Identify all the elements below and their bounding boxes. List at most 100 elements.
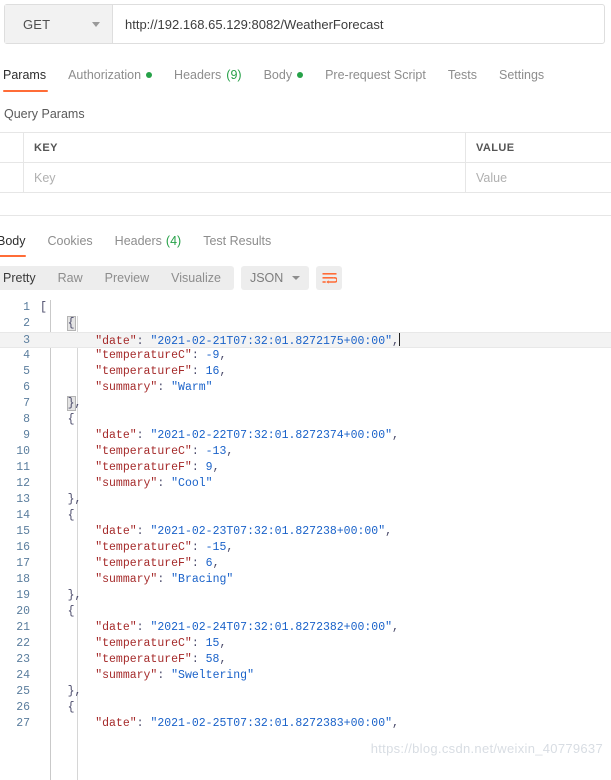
code-line-content: { xyxy=(66,316,76,331)
tab-label: Tests xyxy=(447,68,477,82)
status-dot-icon xyxy=(297,72,304,78)
code-line: 19 }, xyxy=(0,588,611,604)
line-number: 23 xyxy=(16,653,30,666)
response-format-dropdown[interactable]: JSON xyxy=(240,266,310,290)
request-url-bar: GET http://192.168.65.129:8082/WeatherFo… xyxy=(4,4,605,44)
code-line: 21 "date": "2021-02-24T07:32:01.8272382+… xyxy=(0,620,611,636)
response-body-code-viewer[interactable]: 1[2 {3 "date": "2021-02-21T07:32:01.8272… xyxy=(0,300,611,780)
request-tabs: Params Authorization Headers (9) Body Pre-req… xyxy=(0,59,611,92)
tab-count-badge: (4) xyxy=(165,234,182,248)
request-tab-settings[interactable]: Settings xyxy=(488,61,555,89)
tab-count-badge: (9) xyxy=(226,68,242,82)
tab-label: Settings xyxy=(499,68,545,82)
text-cursor xyxy=(398,333,400,346)
code-line: 16 "temperatureC": -15, xyxy=(0,540,611,556)
response-tab-headers[interactable]: Headers (4) xyxy=(104,228,193,254)
request-tab-authorization[interactable]: Authorization xyxy=(57,61,163,89)
line-number: 9 xyxy=(23,429,30,442)
code-line-content: "temperatureC": -15, xyxy=(95,541,234,554)
code-line-content: "temperatureF": 6, xyxy=(95,557,220,570)
request-tab-headers[interactable]: Headers (9) xyxy=(163,61,253,89)
line-number: 24 xyxy=(16,669,30,682)
view-mode-raw[interactable]: Raw xyxy=(47,267,94,289)
line-number: 2 xyxy=(23,317,30,330)
code-line: 22 "temperatureC": 15, xyxy=(0,636,611,652)
line-number: 22 xyxy=(16,637,30,650)
param-key-input[interactable]: Key xyxy=(24,163,466,192)
code-line: 11 "temperatureF": 9, xyxy=(0,460,611,476)
line-number: 7 xyxy=(23,397,30,410)
http-method-dropdown[interactable]: GET xyxy=(5,5,113,43)
code-line-content: }, xyxy=(67,493,82,506)
code-line: 4 "temperatureC": -9, xyxy=(0,348,611,364)
code-line: 5 "temperatureF": 16, xyxy=(0,364,611,380)
request-tab-pre-request-script[interactable]: Pre-request Script xyxy=(314,61,437,89)
request-tab-params[interactable]: Params xyxy=(1,61,57,92)
tab-label: Pre-request Script xyxy=(325,68,426,82)
code-line: 14 { xyxy=(0,508,611,524)
select-all-checkbox-cell[interactable] xyxy=(0,133,24,162)
view-mode-pretty[interactable]: Pretty xyxy=(0,267,47,289)
tab-label: Headers xyxy=(114,234,162,248)
code-line: 9 "date": "2021-02-22T07:32:01.8272374+0… xyxy=(0,428,611,444)
wrap-lines-icon xyxy=(322,272,337,284)
code-line: 17 "temperatureF": 6, xyxy=(0,556,611,572)
response-separator xyxy=(0,215,611,216)
line-number: 12 xyxy=(16,477,30,490)
param-value-placeholder: Value xyxy=(476,170,508,185)
tab-label: Body xyxy=(263,68,293,82)
status-dot-icon xyxy=(146,72,153,78)
response-tab-test-results[interactable]: Test Results xyxy=(192,228,282,254)
line-number: 6 xyxy=(23,381,30,394)
code-line-content: "temperatureF": 9, xyxy=(95,461,220,474)
code-line: 7 }, xyxy=(0,396,611,412)
line-number: 21 xyxy=(16,621,30,634)
code-line: 1[ xyxy=(0,300,611,316)
table-row: Key Value xyxy=(0,163,611,192)
request-tab-tests[interactable]: Tests xyxy=(437,61,488,89)
response-tab-cookies[interactable]: Cookies xyxy=(37,228,104,254)
code-line-content: { xyxy=(67,605,75,618)
code-line: 12 "summary": "Cool" xyxy=(0,476,611,492)
line-number: 8 xyxy=(23,413,30,426)
code-line-content: "temperatureC": -9, xyxy=(95,349,227,362)
query-params-title: Query Params xyxy=(4,107,85,121)
request-tab-body[interactable]: Body xyxy=(253,61,315,89)
response-tab-body[interactable]: Body xyxy=(0,228,37,257)
code-line: 6 "summary": "Warm" xyxy=(0,380,611,396)
code-line: 25 }, xyxy=(0,684,611,700)
url-input[interactable]: http://192.168.65.129:8082/WeatherForeca… xyxy=(113,5,604,43)
view-mode-visualize[interactable]: Visualize xyxy=(160,267,232,289)
code-line-content: "date": "2021-02-21T07:32:01.8272175+00:… xyxy=(95,333,400,348)
code-line-content: }, xyxy=(67,685,82,698)
code-line-content: "temperatureF": 58, xyxy=(95,653,227,666)
code-line-content: "summary": "Warm" xyxy=(95,381,213,394)
code-line-content: "summary": "Bracing" xyxy=(95,573,234,586)
line-number: 14 xyxy=(16,509,30,522)
code-line: 10 "temperatureC": -13, xyxy=(0,444,611,460)
line-number: 10 xyxy=(16,445,30,458)
line-number: 18 xyxy=(16,573,30,586)
code-line: 3 "date": "2021-02-21T07:32:01.8272175+0… xyxy=(0,332,611,348)
code-line-content: "date": "2021-02-24T07:32:01.8272382+00:… xyxy=(95,621,399,634)
code-line-content: { xyxy=(67,701,75,714)
response-format-label: JSON xyxy=(249,271,284,285)
http-method-label: GET xyxy=(23,16,51,32)
code-line-content: "date": "2021-02-25T07:32:01.8272383+00:… xyxy=(95,717,399,730)
line-number: 26 xyxy=(16,701,30,714)
line-number: 27 xyxy=(16,717,30,730)
code-line: 20 { xyxy=(0,604,611,620)
wrap-lines-button[interactable] xyxy=(316,266,343,290)
tab-label: Body xyxy=(0,234,26,248)
code-line-content: "temperatureC": -13, xyxy=(95,445,234,458)
column-header-key: KEY xyxy=(24,133,466,162)
code-line-content: [ xyxy=(40,301,47,314)
param-value-input[interactable]: Value xyxy=(466,163,611,192)
view-mode-preview[interactable]: Preview xyxy=(94,267,160,289)
response-tabs: Body Cookies Headers (4) Test Results xyxy=(0,226,611,257)
tab-label: Cookies xyxy=(47,234,93,248)
code-line-content: "temperatureF": 16, xyxy=(95,365,227,378)
row-checkbox-cell[interactable] xyxy=(0,163,24,192)
line-number: 13 xyxy=(16,493,30,506)
line-number: 16 xyxy=(16,541,30,554)
